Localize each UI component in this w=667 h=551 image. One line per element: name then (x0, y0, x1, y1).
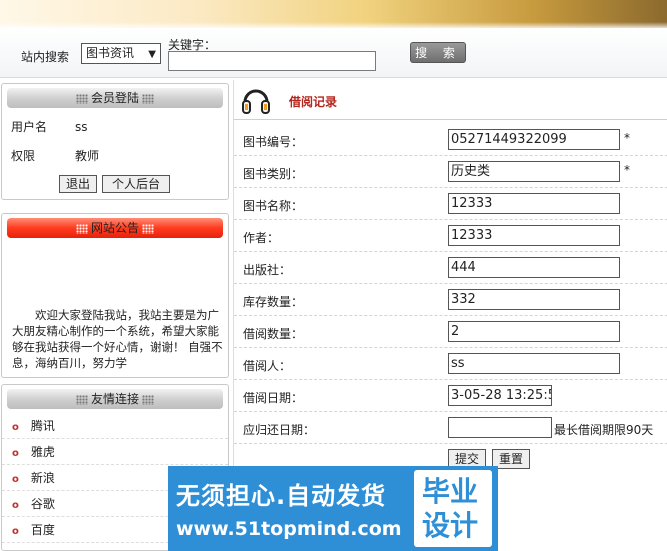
book-id-label: 图书编号： (243, 135, 304, 149)
search-button[interactable]: 搜 索 (410, 42, 466, 63)
required-mark: * (624, 163, 630, 177)
field-row-borrower: 借阅人： ss (234, 348, 667, 380)
required-mark: * (624, 131, 630, 145)
stock-label: 库存数量： (243, 295, 304, 309)
dots-icon (75, 394, 88, 405)
link-label: 百度 (30, 523, 55, 537)
publisher-field[interactable]: 444 (448, 257, 620, 278)
borrower-label: 借阅人： (243, 359, 292, 373)
field-row-borrow-count: 借阅数量： 2 (234, 316, 667, 348)
member-login-panel: 会员登陆 用户名 ss 权限 教师 退出 个人后台 (1, 83, 229, 200)
watermark-banner: 无须担心.自动发货 www.51topmind.com 毕业 设计 (168, 466, 498, 551)
author-label: 作者： (243, 231, 280, 245)
book-category-field[interactable]: 历史类 (448, 161, 620, 182)
link-label: 新浪 (30, 471, 55, 485)
dots-icon (142, 223, 154, 234)
watermark-text-block: 无须担心.自动发货 www.51topmind.com (168, 466, 412, 551)
bullet-icon: o (12, 500, 19, 511)
field-row-return-date: 应归还日期： 最长借阅期限90天 (234, 412, 667, 444)
page-title: 借阅记录 (289, 95, 338, 109)
watermark-line2: www.51topmind.com (176, 518, 402, 540)
borrow-record-header: 借阅记录 (234, 80, 667, 120)
site-notice-text: 欢迎大家登陆我站，我站主要是为广大朋友精心制作的一个系统，希望大家能够在我站获得… (12, 308, 223, 370)
bullet-icon: o (12, 526, 19, 537)
friend-links-header: 友情连接 (7, 389, 223, 409)
borrow-record-form: 借阅记录 图书编号： 05271449322099 * 图书类别： 历史类 * … (233, 80, 667, 480)
dots-icon (75, 93, 88, 104)
bullet-icon: o (12, 448, 19, 459)
borrower-field[interactable]: ss (448, 353, 620, 374)
book-category-label: 图书类别： (243, 167, 304, 181)
dots-icon (75, 223, 88, 234)
stock-field[interactable]: 332 (448, 289, 620, 310)
site-notice-title: 网站公告 (90, 221, 139, 235)
headphone-icon (242, 89, 270, 114)
return-limit-note: 最长借阅期限90天 (554, 423, 654, 437)
field-row-borrow-date: 借阅日期： 3-05-28 13:25:58 (234, 380, 667, 412)
search-label: 站内搜索 (21, 50, 70, 64)
book-id-field[interactable]: 05271449322099 (448, 129, 620, 150)
role-row: 权限 教师 (11, 147, 99, 164)
book-name-label: 图书名称： (243, 199, 304, 213)
borrow-date-label: 借阅日期： (243, 391, 304, 405)
username-row: 用户名 ss (11, 118, 88, 135)
link-item-yahoo[interactable]: o 雅虎 (2, 439, 228, 465)
field-row-book-category: 图书类别： 历史类 * (234, 156, 667, 188)
username-label: 用户名 (11, 120, 48, 134)
field-row-stock: 库存数量： 332 (234, 284, 667, 316)
search-bar: 站内搜索 图书资讯 ▼ 关键字： 搜 索 (0, 28, 667, 78)
return-date-field[interactable] (448, 417, 552, 438)
personal-backend-button[interactable]: 个人后台 (102, 175, 170, 193)
author-field[interactable]: 12333 (448, 225, 620, 246)
role-value: 教师 (75, 149, 100, 163)
watermark-line1: 无须担心.自动发货 (176, 482, 387, 510)
link-label: 谷歌 (30, 497, 55, 511)
dots-icon (142, 394, 154, 405)
return-date-label: 应归还日期： (243, 423, 316, 437)
link-label: 腾讯 (30, 419, 55, 433)
dots-icon (142, 93, 154, 104)
bullet-icon: o (12, 422, 19, 433)
role-label: 权限 (11, 149, 36, 163)
chevron-down-icon: ▼ (148, 49, 156, 60)
bullet-icon: o (12, 474, 19, 485)
watermark-badge: 毕业 设计 (414, 470, 492, 547)
logout-button[interactable]: 退出 (59, 175, 97, 193)
publisher-label: 出版社： (243, 263, 292, 277)
username-value: ss (75, 120, 88, 134)
site-notice-header: 网站公告 (7, 218, 223, 238)
friend-links-title: 友情连接 (90, 392, 139, 406)
field-row-author: 作者： 12333 (234, 220, 667, 252)
top-banner (0, 0, 667, 28)
watermark-badge-top: 毕业 (422, 475, 479, 508)
site-notice-panel: 网站公告 欢迎大家登陆我站，我站主要是为广大朋友精心制作的一个系统，希望大家能够… (1, 213, 229, 378)
link-label: 雅虎 (30, 445, 55, 459)
field-row-book-id: 图书编号： 05271449322099 * (234, 124, 667, 156)
book-name-field[interactable]: 12333 (448, 193, 620, 214)
search-category-select[interactable]: 图书资讯 ▼ (81, 43, 161, 64)
link-item-tencent[interactable]: o 腾讯 (2, 413, 228, 439)
member-login-header: 会员登陆 (7, 88, 223, 108)
borrow-count-label: 借阅数量： (243, 327, 304, 341)
borrow-count-field[interactable]: 2 (448, 321, 620, 342)
borrow-date-field[interactable]: 3-05-28 13:25:58 (448, 385, 552, 406)
field-row-book-name: 图书名称： 12333 (234, 188, 667, 220)
member-login-title: 会员登陆 (90, 91, 139, 105)
field-row-publisher: 出版社： 444 (234, 252, 667, 284)
watermark-badge-bottom: 设计 (422, 509, 479, 542)
keyword-input[interactable] (168, 51, 376, 71)
search-category-value: 图书资讯 (86, 46, 135, 60)
